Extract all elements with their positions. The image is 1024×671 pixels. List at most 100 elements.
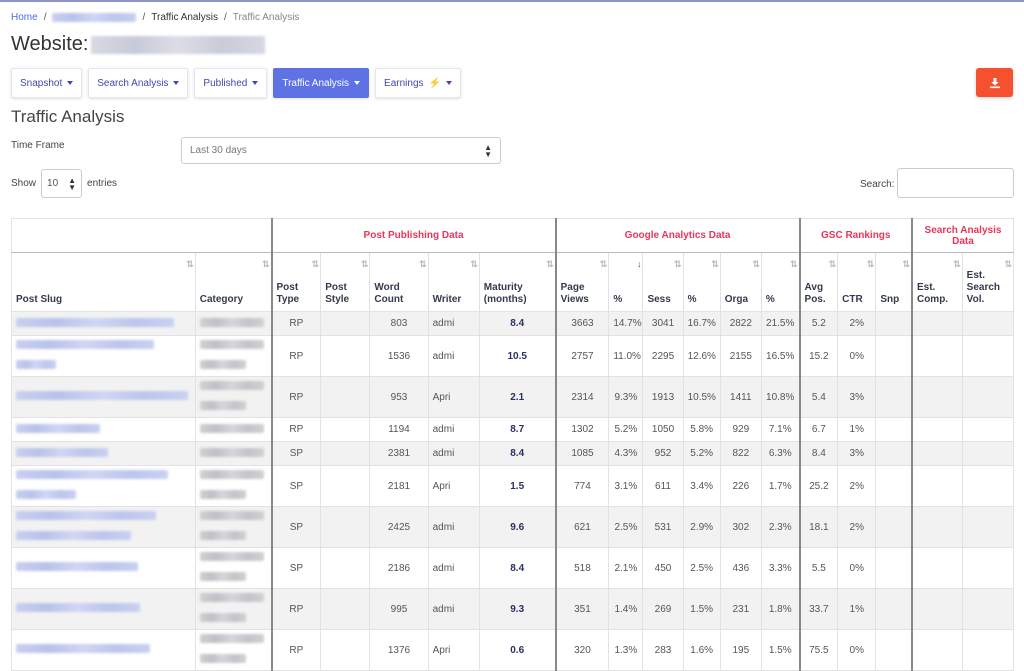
- column-header[interactable]: Snp ⇅: [875, 252, 913, 312]
- post-slug-cell[interactable]: [11, 335, 196, 377]
- post-slug-link-redacted[interactable]: [16, 360, 56, 369]
- column-header[interactable]: Post Style ⇅: [320, 252, 371, 312]
- organic-pct-cell: 7.1%: [760, 417, 801, 442]
- group-header-empty: [10, 218, 273, 253]
- word-count-cell: 2425: [369, 506, 429, 548]
- est-search-vol-cell: [961, 311, 1015, 336]
- tab-earnings[interactable]: Earnings ⚡: [375, 68, 461, 98]
- sort-icon: ⇅: [711, 259, 718, 269]
- column-header-label: Post Slug: [16, 294, 63, 305]
- snippet-cell: [875, 417, 913, 442]
- column-header[interactable]: Category ⇅: [194, 252, 273, 312]
- snippet-cell: [875, 629, 913, 671]
- time-frame-select[interactable]: Last 30 days ▲ ▼: [181, 137, 501, 164]
- post-slug-link-redacted[interactable]: [16, 340, 154, 349]
- writer-cell: Apri: [427, 376, 480, 418]
- column-header[interactable]: Sess ⇅: [642, 252, 684, 312]
- column-header[interactable]: Post Slug ⇅: [11, 252, 196, 312]
- column-header[interactable]: Page Views ⇅: [554, 252, 610, 312]
- column-header[interactable]: Maturity (months) ⇅: [478, 252, 557, 312]
- category-redacted: [199, 447, 264, 457]
- post-slug-link-redacted[interactable]: [16, 447, 108, 457]
- search-input[interactable]: [897, 168, 1014, 198]
- tab-snapshot[interactable]: Snapshot: [11, 68, 83, 98]
- page-views-cell: 320: [554, 629, 610, 671]
- tab-label: Snapshot: [20, 77, 63, 89]
- est-comp-cell: [910, 588, 963, 630]
- post-style-cell: [320, 547, 371, 589]
- post-slug-link-redacted[interactable]: [16, 531, 131, 540]
- tab-published[interactable]: Published: [194, 68, 268, 98]
- column-header[interactable]: Est. Comp. ⇅: [910, 252, 963, 312]
- category-redacted: [199, 360, 246, 369]
- category-redacted: [199, 490, 246, 499]
- post-slug-cell[interactable]: [11, 311, 196, 336]
- sort-icon: ⇅: [311, 259, 319, 269]
- sort-icon: ⇅: [866, 259, 874, 269]
- lightning-icon: ⚡: [428, 77, 441, 89]
- column-header[interactable]: Word Count ⇅: [369, 252, 429, 312]
- column-header[interactable]: Post Type ⇅: [270, 252, 322, 312]
- post-slug-link-redacted[interactable]: [16, 644, 150, 653]
- post-slug-link-redacted[interactable]: [16, 511, 156, 520]
- breadcrumb-website-link-redacted[interactable]: [52, 13, 137, 22]
- post-slug-cell[interactable]: [11, 376, 196, 418]
- post-slug-link-redacted[interactable]: [16, 603, 140, 612]
- column-header[interactable]: % ↓: [608, 252, 644, 312]
- download-button[interactable]: [976, 68, 1013, 97]
- post-slug-cell[interactable]: [11, 465, 196, 507]
- post-slug-link-redacted[interactable]: [16, 391, 188, 400]
- organic-cell: 929: [719, 417, 762, 442]
- sessions-pct-cell: 2.5%: [682, 547, 721, 589]
- category-redacted: [199, 572, 246, 581]
- sort-icon: ⇅: [470, 259, 477, 269]
- sort-icon: ⇅: [599, 259, 607, 269]
- breadcrumb-home-link[interactable]: Home: [11, 12, 38, 23]
- word-count-cell: 1194: [369, 417, 429, 442]
- avg-pos-cell: 8.4: [798, 441, 839, 466]
- post-slug-link-redacted[interactable]: [16, 562, 138, 571]
- post-slug-link-redacted[interactable]: [16, 470, 168, 479]
- sessions-cell: 611: [642, 465, 684, 507]
- post-slug-link-redacted[interactable]: [16, 490, 76, 499]
- sessions-pct-cell: 1.6%: [682, 629, 721, 671]
- sessions-cell: 531: [642, 506, 684, 548]
- sessions-cell: 283: [642, 629, 684, 671]
- organic-pct-cell: 1.8%: [760, 588, 801, 630]
- post-slug-cell[interactable]: [11, 441, 196, 466]
- category-redacted: [199, 401, 246, 410]
- breadcrumb-traffic-analysis-link[interactable]: Traffic Analysis: [151, 12, 218, 23]
- post-slug-cell[interactable]: [11, 547, 196, 589]
- column-header[interactable]: Est. Search Vol. ⇅: [961, 252, 1015, 312]
- category-redacted: [199, 613, 246, 622]
- post-slug-cell[interactable]: [11, 417, 196, 442]
- post-slug-cell[interactable]: [11, 588, 196, 630]
- column-header[interactable]: % ⇅: [682, 252, 721, 312]
- category-redacted: [199, 634, 264, 643]
- category-redacted: [199, 654, 246, 663]
- column-header-label: Writer: [432, 294, 462, 305]
- column-header[interactable]: Avg Pos. ⇅: [798, 252, 839, 312]
- post-slug-cell[interactable]: [11, 506, 196, 548]
- avg-pos-cell: 5.4: [798, 376, 839, 418]
- maturity-cell: 10.5: [478, 335, 557, 377]
- post-slug-link-redacted[interactable]: [16, 317, 174, 327]
- post-slug-link-redacted[interactable]: [16, 423, 100, 433]
- writer-cell: admi: [427, 547, 480, 589]
- tab-search-analysis[interactable]: Search Analysis: [88, 68, 189, 98]
- entries-select[interactable]: 10 ▲ ▼: [41, 169, 83, 198]
- sessions-cell: 450: [642, 547, 684, 589]
- organic-cell: 822: [719, 441, 762, 466]
- column-header[interactable]: CTR ⇅: [837, 252, 877, 312]
- est-comp-cell: [910, 441, 963, 466]
- est-search-vol-cell: [961, 588, 1015, 630]
- caret-down-icon: [445, 81, 452, 85]
- column-header[interactable]: Orga ⇅: [719, 252, 762, 312]
- snippet-cell: [875, 506, 913, 548]
- column-header[interactable]: % ⇅: [760, 252, 801, 312]
- organic-pct-cell: 10.8%: [760, 376, 801, 418]
- tab-traffic-analysis[interactable]: Traffic Analysis: [273, 68, 370, 98]
- column-header[interactable]: Writer ⇅: [427, 252, 480, 312]
- post-slug-cell[interactable]: [11, 629, 196, 671]
- page-views-pct-cell: 4.3%: [608, 441, 644, 466]
